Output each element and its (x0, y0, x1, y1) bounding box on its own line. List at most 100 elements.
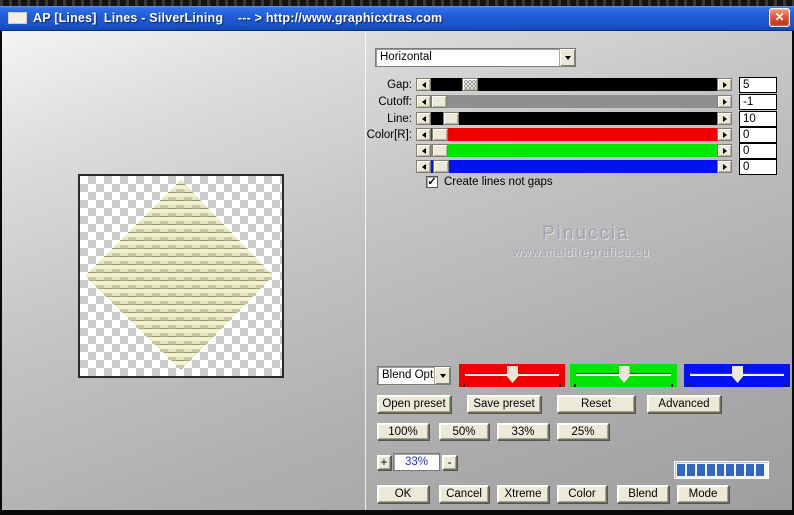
preview-canvas[interactable] (78, 174, 284, 378)
slider-left-arrow-button[interactable] (416, 160, 431, 173)
arrow-right-icon (722, 115, 727, 122)
slider-left-arrow-button[interactable] (416, 95, 431, 108)
mode-dropdown-button[interactable] (559, 49, 575, 66)
zoom-25-button[interactable]: 25% (557, 423, 609, 440)
reset-button[interactable]: Reset (557, 395, 635, 413)
slider-value-field[interactable]: -1 (739, 93, 777, 110)
mode-dropdown-value: Horizontal (380, 51, 432, 63)
arrow-right-icon (722, 163, 727, 170)
advanced-button[interactable]: Advanced (647, 395, 721, 413)
arrow-left-icon (421, 115, 426, 122)
mode-button[interactable]: Mode (677, 485, 729, 503)
slider-thumb[interactable] (433, 160, 449, 173)
slider-left-arrow-button[interactable] (416, 78, 431, 91)
ok-button[interactable]: OK (377, 485, 429, 503)
green-channel-slider[interactable] (570, 364, 677, 387)
slider-track-cutoff[interactable] (431, 95, 717, 108)
progress-segment (716, 464, 725, 476)
slider-value-field[interactable]: 0 (739, 142, 777, 159)
zoom-100-button[interactable]: 100% (377, 423, 429, 440)
arrow-right-icon (722, 81, 727, 88)
progress-segment (726, 464, 735, 476)
cancel-button[interactable]: Cancel (439, 485, 489, 503)
slider-value-field[interactable]: 0 (739, 126, 777, 143)
slider-value-field[interactable]: 0 (739, 158, 777, 175)
blend-options-button[interactable] (434, 367, 450, 384)
slider-row-cutoff: Cutoff: -1 (340, 93, 777, 110)
zoom-plus-button[interactable]: + (377, 455, 391, 470)
arrow-left-icon (421, 147, 426, 154)
slider-thumb[interactable] (443, 112, 459, 125)
blue-channel-slider[interactable] (684, 364, 790, 387)
tick-mark (574, 384, 576, 387)
slider-track-gap[interactable] (431, 78, 717, 91)
tick-mark (784, 384, 786, 387)
slider-right-arrow-button[interactable] (717, 144, 732, 157)
slider-label: Color[R]: (366, 128, 412, 141)
close-button[interactable]: ✕ (769, 8, 790, 27)
progress-segment (696, 464, 705, 476)
red-channel-slider[interactable] (459, 364, 565, 387)
slider-right-arrow-button[interactable] (717, 112, 732, 125)
create-lines-checkbox[interactable]: ✓ (426, 176, 438, 188)
dialog-body: Horizontal Gap: 5 Cutoff: -1 Line: 10 Co… (2, 31, 792, 510)
slider-track-green[interactable] (431, 144, 717, 157)
color-button[interactable]: Color (557, 485, 607, 503)
slider-right-arrow-button[interactable] (717, 128, 732, 141)
slider-right-arrow-button[interactable] (717, 95, 732, 108)
tick-mark (463, 384, 465, 387)
blend-button[interactable]: Blend (617, 485, 669, 503)
slider-track-red[interactable] (431, 128, 717, 141)
chevron-down-icon (564, 55, 571, 60)
open-preset-button[interactable]: Open preset (377, 395, 451, 413)
save-preset-button[interactable]: Save preset (467, 395, 541, 413)
slider-left-arrow-button[interactable] (416, 144, 431, 157)
window-icon (8, 12, 27, 24)
preview-diamond-pattern (84, 179, 273, 370)
title-bar[interactable]: AP [Lines] Lines - SilverLining --- > ht… (0, 6, 794, 31)
arrow-left-icon (421, 163, 426, 170)
slider-thumb[interactable] (432, 144, 448, 157)
progress-bar (674, 461, 769, 479)
slider-track-blue[interactable] (431, 160, 717, 173)
slider-right-arrow-button[interactable] (717, 78, 732, 91)
xtreme-button[interactable]: Xtreme (497, 485, 549, 503)
slider-thumb[interactable] (431, 95, 447, 108)
slider-row-color-b: 0 (340, 158, 777, 175)
slider-thumb[interactable] (432, 128, 448, 141)
tick-mark (688, 384, 690, 387)
slider-thumb[interactable] (462, 78, 478, 91)
window-title: AP [Lines] Lines - SilverLining --- > ht… (33, 11, 443, 25)
zoom-50-button[interactable]: 50% (439, 423, 489, 440)
create-lines-checkbox-row: ✓ Create lines not gaps (426, 176, 553, 188)
red-channel-thumb[interactable] (507, 366, 518, 383)
slider-label: Gap: (387, 78, 412, 91)
zoom-level-field[interactable]: 33% (393, 453, 440, 471)
zoom-minus-button[interactable]: - (442, 455, 457, 470)
watermark-site: www.maidiregrafica.eu (513, 247, 650, 259)
slider-right-arrow-button[interactable] (717, 160, 732, 173)
progress-segment (677, 464, 685, 476)
arrow-right-icon (722, 98, 727, 105)
slider-track-line[interactable] (431, 112, 717, 125)
blend-options-dropdown[interactable]: Blend Opti (377, 366, 451, 385)
create-lines-checkbox-label: Create lines not gaps (444, 176, 553, 188)
slider-value-field[interactable]: 10 (739, 110, 777, 127)
slider-left-arrow-button[interactable] (416, 112, 431, 125)
slider-value-field[interactable]: 5 (739, 76, 777, 93)
arrow-left-icon (421, 131, 426, 138)
zoom-33-button[interactable]: 33% (497, 423, 549, 440)
green-channel-thumb[interactable] (618, 366, 630, 383)
arrow-right-icon (722, 131, 727, 138)
blue-channel-thumb[interactable] (732, 366, 743, 383)
blend-options-value: Blend Opti (382, 369, 434, 381)
mode-dropdown[interactable]: Horizontal (375, 48, 576, 67)
slider-row-line: Line: 10 (340, 110, 777, 127)
progress-segment (736, 464, 745, 476)
progress-segment (746, 464, 755, 476)
progress-segment (706, 464, 715, 476)
slider-row-color-r: Color[R]: 0 (340, 126, 777, 143)
slider-left-arrow-button[interactable] (416, 128, 431, 141)
progress-segment (686, 464, 695, 476)
progress-segment (756, 464, 765, 476)
